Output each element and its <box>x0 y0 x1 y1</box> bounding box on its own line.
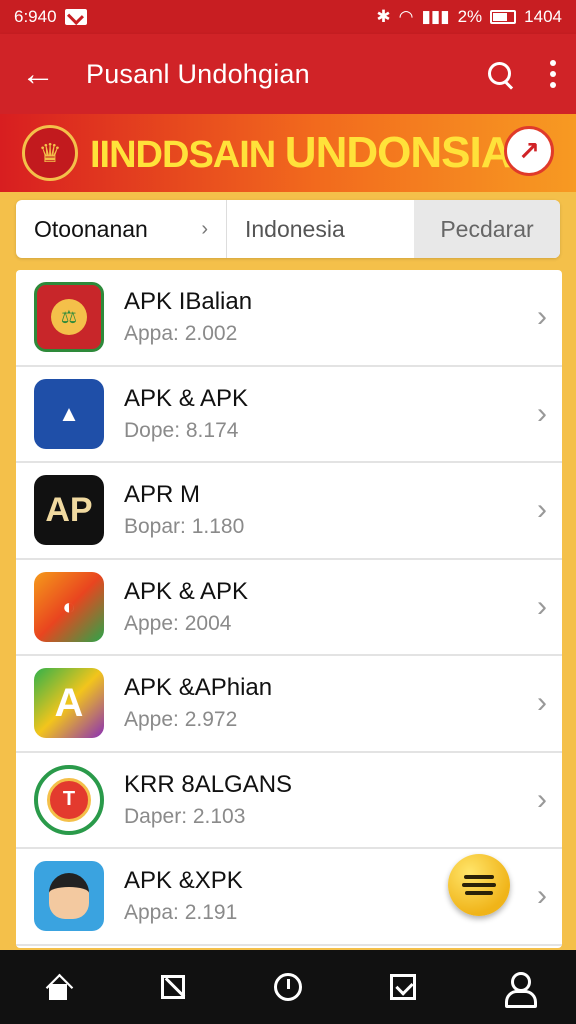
chevron-right-icon: › <box>537 493 547 527</box>
avatar-icon <box>34 861 104 932</box>
app-subtitle: Appe: 2004 <box>124 611 232 635</box>
trending-up-icon[interactable]: ↗ <box>504 126 554 176</box>
chevron-right-icon: › <box>537 879 547 913</box>
app-subtitle: Appa: 2.002 <box>124 322 238 346</box>
banner-text-b: UNDONSIA <box>284 128 513 177</box>
chevron-right-icon: › <box>537 396 547 430</box>
crown-emblem-icon: ♛ <box>22 125 78 181</box>
list-item[interactable]: ▲ APK & APK Dope: 8.174 › <box>16 367 562 463</box>
list-item[interactable]: ⚖ APK IBalian Appa: 2.002 › <box>16 270 562 367</box>
chevron-right-icon: › <box>537 686 547 720</box>
app-title: APK & APK <box>124 577 249 605</box>
nav-tasks[interactable] <box>378 962 428 1012</box>
app-title: APK & APK <box>124 384 249 412</box>
ap-black-icon: AP <box>34 475 104 546</box>
status-bar: 6:940 ✱ ◠ ▮▮▮ 2% 1404 <box>0 0 576 34</box>
battery-percent: 2% <box>457 7 483 26</box>
battery-icon <box>490 10 517 24</box>
tab-category[interactable]: Otoonanan › <box>16 200 226 258</box>
nav-clock[interactable] <box>263 962 313 1012</box>
app-bar: ← Pusanl Undohgian <box>0 34 576 114</box>
clock-icon <box>273 973 302 1001</box>
tab-category-label: Otoonanan <box>34 215 148 242</box>
badge-icon: T <box>34 764 104 835</box>
search-icon[interactable] <box>486 60 514 88</box>
list-item[interactable]: ◐ APK & APK Appe: 2004 › <box>16 560 562 656</box>
signal-icon: ▮▮▮ <box>421 7 450 26</box>
list-item[interactable]: T KRR 8ALGANS Daper: 2.103 › <box>16 753 562 849</box>
wifi-icon: ◠ <box>398 7 414 26</box>
more-options-icon[interactable] <box>548 60 558 88</box>
tab-popular[interactable]: Pecdarar <box>414 200 560 258</box>
app-title: APK &APhian <box>124 674 273 702</box>
app-subtitle: Bopar: 1.180 <box>124 515 245 539</box>
page-title: Pusanl Undohgian <box>86 58 310 89</box>
tab-region[interactable]: Indonesia <box>226 200 414 258</box>
nav-crop[interactable] <box>148 962 198 1012</box>
app-subtitle: Dope: 8.174 <box>124 418 239 442</box>
banner-text-a: IINDDSAIN <box>90 134 276 176</box>
status-time: 6:940 <box>14 7 57 26</box>
app-title: APK IBalian <box>124 288 253 316</box>
mail-notification-icon <box>64 9 87 25</box>
crop-icon <box>160 975 185 999</box>
app-title: KRR 8ALGANS <box>124 770 293 798</box>
red-emblem-icon: ⚖ <box>34 282 104 353</box>
list-item[interactable]: AP APR M Bopar: 1.180 › <box>16 463 562 560</box>
app-subtitle: Appe: 2.972 <box>124 708 238 732</box>
home-icon <box>44 974 72 1000</box>
list-item[interactable]: APK &XPK Appa: 2.191 › <box>16 849 562 946</box>
banner-title: IINDDSAIN UNDONSIA <box>90 128 513 178</box>
back-arrow-icon[interactable]: ← <box>18 57 58 91</box>
chevron-right-icon: › <box>537 300 547 334</box>
status-clock: 1404 <box>524 7 562 26</box>
app-title: APR M <box>124 481 201 509</box>
app-subtitle: Daper: 2.103 <box>124 804 246 828</box>
checkbox-icon <box>390 974 417 1000</box>
chevron-right-icon: › <box>201 217 208 240</box>
user-icon <box>503 972 538 1008</box>
menu-fab-icon[interactable] <box>448 853 510 916</box>
list-item[interactable]: A APK &APhian Appe: 2.972 › <box>16 656 562 753</box>
orange-swoosh-icon: ◐ <box>34 571 104 642</box>
filter-tabs: Otoonanan › Indonesia Pecdarar <box>16 200 560 258</box>
nav-profile[interactable] <box>493 962 543 1012</box>
bluetooth-icon: ✱ <box>376 7 391 26</box>
promo-banner[interactable]: ♛ IINDDSAIN UNDONSIA ↗ <box>0 114 576 192</box>
purple-a-icon: A <box>34 668 104 739</box>
chevron-right-icon: › <box>537 589 547 623</box>
nav-home[interactable] <box>33 962 83 1012</box>
blue-a-icon: ▲ <box>34 378 104 449</box>
chevron-right-icon: › <box>537 782 547 816</box>
bottom-nav <box>0 950 576 1024</box>
app-list: ⚖ APK IBalian Appa: 2.002 › ▲ APK & APK … <box>16 270 562 948</box>
